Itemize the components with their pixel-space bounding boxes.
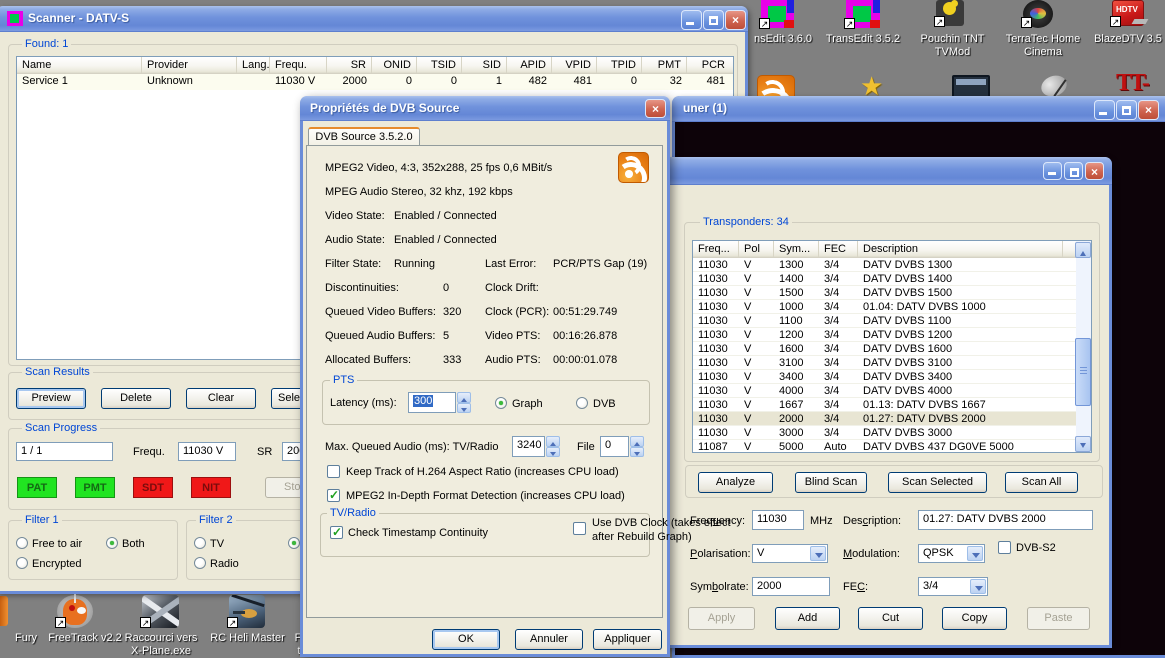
latency-spinner[interactable]: [457, 392, 471, 413]
file-ms-spinner[interactable]: [630, 436, 644, 457]
last-error-label: Last Error:: [485, 258, 536, 270]
audio-state-value: Enabled / Connected: [394, 234, 497, 246]
last-error-value: PCR/PTS Gap (19): [553, 258, 647, 270]
latency-field[interactable]: 300: [408, 392, 456, 413]
dialog-title: Propriétés de DVB Source: [310, 101, 459, 115]
tvradio-label: TV/Radio: [327, 507, 379, 519]
audio-pts-value: 00:00:01.078: [553, 354, 617, 366]
audio-pts-label: Audio PTS:: [485, 354, 541, 366]
tv-radio-ms-field[interactable]: 3240: [512, 436, 545, 457]
h264-aspect-label[interactable]: Keep Track of H.264 Aspect Ratio (increa…: [346, 466, 619, 478]
filter-state-label: Filter State:: [325, 258, 381, 270]
use-dvb-clock-label-line1[interactable]: Use DVB Clock (takes effect: [592, 517, 731, 529]
queued-audio-buffers-label: Queued Audio Buffers:: [325, 330, 436, 342]
discontinuities-label: Discontinuities:: [325, 282, 399, 294]
queued-video-buffers-label: Queued Video Buffers:: [325, 306, 436, 318]
latency-label: Latency (ms):: [330, 397, 397, 409]
allocated-buffers-label: Allocated Buffers:: [325, 354, 411, 366]
cancel-button[interactable]: Annuler: [515, 629, 583, 650]
mpeg2-indepth-checkbox[interactable]: [327, 489, 340, 502]
use-dvb-clock-checkbox[interactable]: [573, 522, 586, 535]
clock-pcr-value: 00:51:29.749: [553, 306, 617, 318]
clock-drift-label: Clock Drift:: [485, 282, 539, 294]
file-label: File: [577, 441, 595, 453]
close-button[interactable]: ×: [645, 99, 666, 118]
queued-video-buffers-value: 320: [443, 306, 461, 318]
tab-dvb-source[interactable]: DVB Source 3.5.2.0: [308, 127, 420, 146]
audio-state-label: Audio State:: [325, 234, 385, 246]
video-pts-label: Video PTS:: [485, 330, 540, 342]
video-state-value: Enabled / Connected: [394, 210, 497, 222]
check-timestamp-checkbox[interactable]: [330, 526, 343, 539]
dvb-label[interactable]: DVB: [593, 398, 616, 410]
dvbsource-icon: [618, 152, 649, 183]
max-queued-audio-label: Max. Queued Audio (ms): TV/Radio: [325, 441, 498, 453]
queued-audio-buffers-value: 5: [443, 330, 449, 342]
tv-radio-ms-spinner[interactable]: [546, 436, 560, 457]
audio-info: MPEG Audio Stereo, 32 khz, 192 kbps: [325, 186, 513, 198]
mpeg2-indepth-label[interactable]: MPEG2 In-Depth Format Detection (increas…: [346, 490, 625, 502]
discontinuities-value: 0: [443, 282, 449, 294]
file-ms-field[interactable]: 0: [600, 436, 629, 457]
dvb-radio[interactable]: [576, 397, 588, 409]
desktop: ↗ nsEdit 3.6.0 ↗ TransEdit 3.5.2 ↗ Pouch…: [0, 0, 1165, 658]
h264-aspect-checkbox[interactable]: [327, 465, 340, 478]
clock-pcr-label: Clock (PCR):: [485, 306, 549, 318]
graph-radio[interactable]: [495, 397, 507, 409]
pts-label: PTS: [330, 374, 357, 386]
ok-button[interactable]: OK: [432, 629, 500, 650]
check-timestamp-label[interactable]: Check Timestamp Continuity: [348, 527, 488, 539]
filter-state-value: Running: [394, 258, 435, 270]
allocated-buffers-value: 333: [443, 354, 461, 366]
use-dvb-clock-label-line2[interactable]: after Rebuild Graph): [592, 531, 692, 543]
graph-label[interactable]: Graph: [512, 398, 543, 410]
video-state-label: Video State:: [325, 210, 385, 222]
video-info: MPEG2 Video, 4:3, 352x288, 25 fps 0,6 MB…: [325, 162, 552, 174]
apply-button[interactable]: Appliquer: [593, 629, 662, 650]
video-pts-value: 00:16:26.878: [553, 330, 617, 342]
